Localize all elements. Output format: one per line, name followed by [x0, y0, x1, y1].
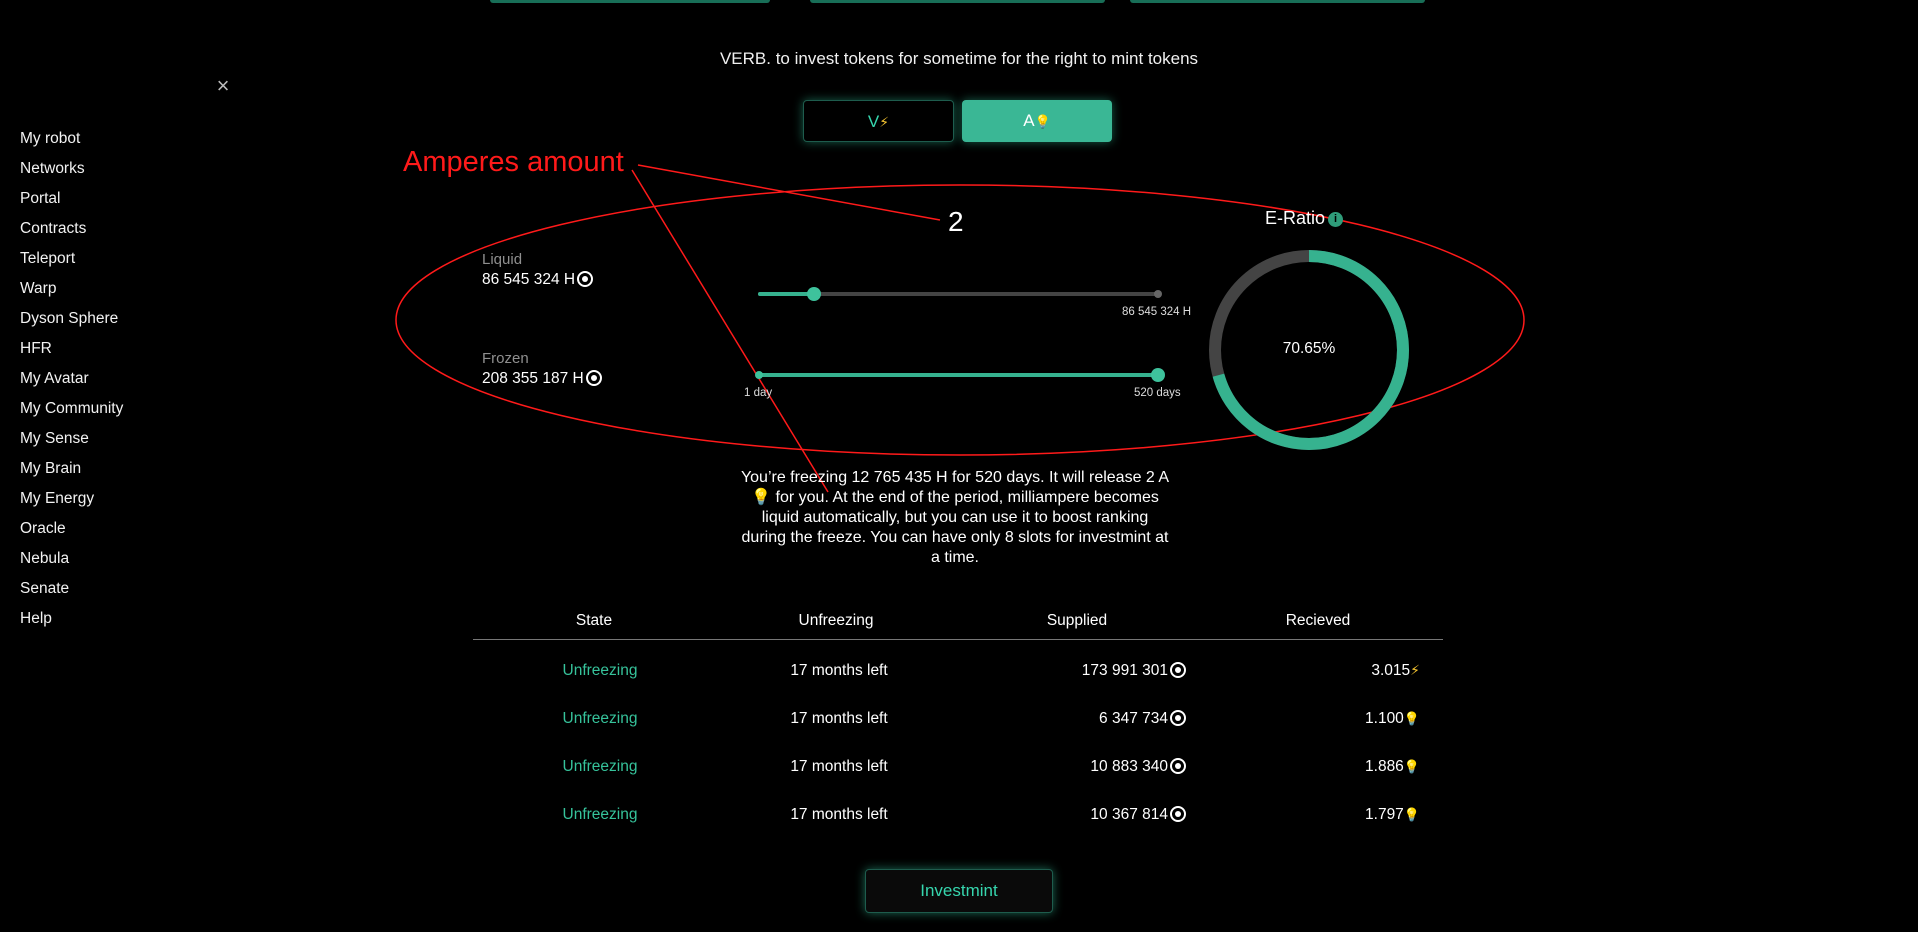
received-value: 1.100: [1365, 710, 1404, 727]
eratio-percent: 70.65%: [1282, 340, 1336, 357]
received-value: 3.015: [1371, 662, 1411, 679]
eratio-title: E-Ratio: [1265, 208, 1326, 228]
hydrogen-token-icon: [577, 271, 594, 287]
table-cell-unfreezing: 17 months left: [790, 710, 888, 727]
annotation-overlay: [395, 164, 1525, 493]
supplied-value: 10 367 814: [1090, 806, 1168, 823]
table-cell-received: 3.015⚡: [1220, 662, 1420, 680]
table-cell-received: 1.886💡: [1220, 758, 1420, 776]
investmint-button[interactable]: Investmint: [865, 869, 1053, 913]
amount-slider-handle[interactable]: [807, 287, 821, 301]
table-cell-unfreezing: 17 months left: [790, 806, 888, 823]
liquid-label: Liquid: [482, 251, 523, 268]
liquid-value: 86 545 324 H: [482, 271, 576, 288]
table-cell-state: Unfreezing: [562, 806, 638, 823]
received-value: 1.797: [1365, 806, 1404, 823]
table-cell-supplied: 173 991 301: [986, 662, 1186, 680]
lightning-icon: ⚡: [1410, 662, 1420, 678]
days-slider-handle[interactable]: [1151, 368, 1165, 382]
amount-slider-max-caption: 86 545 324 H: [1122, 306, 1192, 318]
supplied-value: 10 883 340: [1090, 758, 1168, 775]
table-cell-state: Unfreezing: [562, 758, 638, 775]
hydrogen-token-icon: [1170, 662, 1186, 678]
table-cell-state: Unfreezing: [562, 662, 638, 679]
hydrogen-token-icon: [1170, 758, 1186, 774]
hydrogen-token-icon: [1170, 710, 1186, 726]
lightbulb-icon: 💡: [1403, 759, 1420, 774]
table-cell-supplied: 10 367 814: [986, 806, 1186, 824]
annotation-label: Amperes amount: [403, 146, 624, 178]
supplied-value: 6 347 734: [1099, 710, 1168, 727]
table-cell-supplied: 10 883 340: [986, 758, 1186, 776]
table-cell-unfreezing: 17 months left: [790, 662, 888, 679]
table-divider: [473, 639, 1443, 640]
liquid-value-row: 86 545 324 H: [482, 271, 594, 289]
days-slider-min-endpoint: [755, 371, 763, 379]
lightbulb-icon: 💡: [1403, 807, 1420, 822]
eratio-title-row: E-Ratio i: [1265, 208, 1344, 229]
amount-slider-fill: [758, 292, 814, 296]
days-slider-fill: [758, 373, 1158, 377]
days-slider-max-caption: 520 days: [1134, 387, 1181, 399]
table-cell-received: 1.100💡: [1220, 710, 1420, 728]
frozen-value: 208 355 187 H: [482, 370, 584, 387]
table-header-received: Recieved: [1285, 612, 1351, 629]
table-cell-received: 1.797💡: [1220, 806, 1420, 824]
table-header-unfreezing: Unfreezing: [798, 612, 874, 629]
info-icon[interactable]: i: [1328, 212, 1344, 227]
table-cell-state: Unfreezing: [562, 710, 638, 727]
hydrogen-token-icon: [585, 370, 602, 386]
days-slider-min-caption: 1 day: [744, 387, 773, 399]
amount-slider-max-endpoint: [1154, 290, 1162, 298]
table-header-supplied: Supplied: [1046, 612, 1108, 629]
table-cell-supplied: 6 347 734: [986, 710, 1186, 728]
frozen-value-row: 208 355 187 H: [482, 370, 602, 388]
supplied-value: 173 991 301: [1081, 662, 1168, 679]
annotation-pointer-line: [637, 164, 941, 221]
hydrogen-token-icon: [1170, 806, 1186, 822]
annotation-value: 2: [948, 206, 964, 237]
received-value: 1.886: [1365, 758, 1404, 775]
table-header-state: State: [575, 612, 613, 629]
lightbulb-icon: 💡: [1403, 711, 1420, 726]
investmint-description: You’re freezing 12 765 435 H for 520 day…: [740, 469, 1170, 566]
table-cell-unfreezing: 17 months left: [790, 758, 888, 775]
frozen-label: Frozen: [482, 350, 529, 367]
